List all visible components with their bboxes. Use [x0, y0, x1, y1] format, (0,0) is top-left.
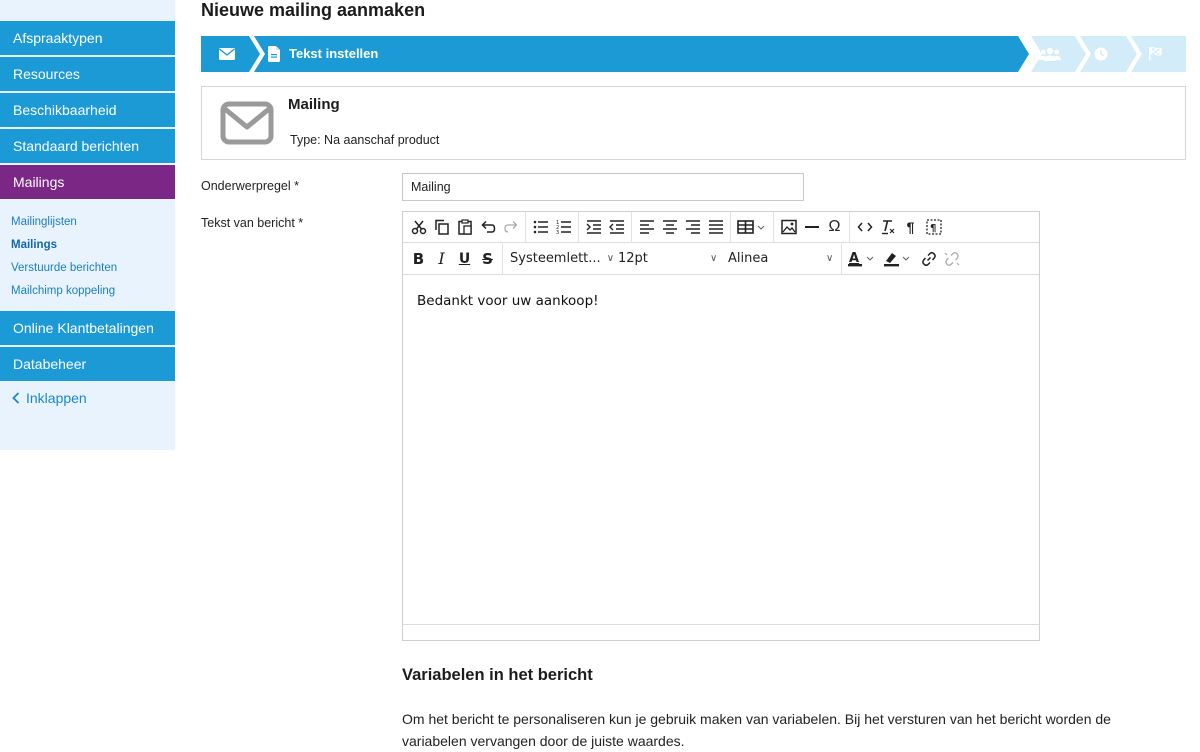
step-current-label: Tekst instellen [289, 46, 379, 61]
variables-heading: Variabelen in het bericht [402, 666, 593, 684]
toolbar-separator [631, 211, 632, 243]
chevron-down-icon: ∨ [710, 253, 718, 264]
page-title: Nieuwe mailing aanmaken [201, 0, 426, 20]
editor-content-area[interactable]: Bedankt voor uw aankoop! [403, 275, 1039, 624]
sidebar-top-spacer [0, 0, 175, 21]
chevron-left-icon [12, 392, 20, 404]
font-family-value: Systeemlett... [510, 251, 601, 266]
link-icon[interactable] [917, 247, 940, 271]
highlight-icon[interactable] [881, 247, 917, 271]
mailing-card: Mailing Type: Na aanschaf product [201, 86, 1186, 160]
envelope-outline-icon [220, 101, 274, 145]
image-icon[interactable] [777, 215, 800, 239]
sidebar-item-beschikbaarheid[interactable]: Beschikbaarheid [0, 93, 175, 127]
subject-input[interactable] [402, 173, 804, 201]
wizard-steps: Tekst instellen [201, 36, 1186, 72]
subject-label: Onderwerpregel * [201, 179, 299, 193]
subnav-item-verstuurde-berichten[interactable]: Verstuurde berichten [11, 257, 175, 280]
redo-icon[interactable] [499, 215, 522, 239]
align-center-icon[interactable] [658, 215, 681, 239]
align-right-icon[interactable] [681, 215, 704, 239]
document-icon [268, 46, 280, 62]
font-size-select[interactable]: 12pt ∨ [612, 247, 722, 271]
numbered-list-icon[interactable]: 123 [552, 215, 575, 239]
body-label: Tekst van bericht * [201, 216, 304, 230]
paragraph-icon[interactable]: ¶ [899, 215, 922, 239]
svg-text:A: A [849, 251, 859, 266]
toolbar-separator [502, 242, 503, 275]
rich-text-editor: 123 Ω ¶ ¶ B I U S Systeemlett... ∨ 12pt … [402, 211, 1040, 641]
strikethrough-icon[interactable]: S [476, 247, 499, 271]
editor-toolbar-row-2: B I U S Systeemlett... ∨ 12pt ∨ Alinea ∨… [403, 242, 1039, 275]
clear-format-icon[interactable] [876, 215, 899, 239]
editor-toolbar-row-1: 123 Ω ¶ ¶ [403, 211, 1039, 243]
cut-icon[interactable] [407, 215, 430, 239]
sidebar-item-resources[interactable]: Resources [0, 57, 175, 91]
chevron-down-icon: ∨ [826, 253, 834, 264]
sidebar-item-standaard-berichten[interactable]: Standaard berichten [0, 129, 175, 163]
bold-icon[interactable]: B [407, 247, 430, 271]
toolbar-separator [578, 211, 579, 243]
bullet-list-icon[interactable] [529, 215, 552, 239]
subnav-item-mailings[interactable]: Mailings [11, 234, 175, 257]
sidebar-item-mailings[interactable]: Mailings [0, 165, 175, 199]
block-format-value: Alinea [728, 251, 769, 266]
editor-statusbar [403, 624, 1039, 640]
indent-icon[interactable] [582, 215, 605, 239]
sidebar: Afspraaktypen Resources Beschikbaarheid … [0, 0, 175, 450]
envelope-icon[interactable] [219, 48, 235, 60]
copy-icon[interactable] [430, 215, 453, 239]
collapse-sidebar-button[interactable]: Inklappen [0, 390, 175, 406]
clock-icon[interactable] [1094, 47, 1108, 61]
subnav-item-mailinglijsten[interactable]: Mailinglijsten [11, 211, 175, 234]
toolbar-separator [525, 211, 526, 243]
variables-description: Om het bericht te personaliseren kun je … [402, 711, 1111, 749]
font-size-value: 12pt [618, 251, 648, 266]
source-code-icon[interactable] [853, 215, 876, 239]
sidebar-subnav: Mailinglijsten Mailings Verstuurde beric… [0, 201, 175, 311]
italic-icon[interactable]: I [430, 247, 453, 271]
sidebar-item-afspraaktypen[interactable]: Afspraaktypen [0, 21, 175, 55]
toolbar-separator [730, 211, 731, 243]
align-left-icon[interactable] [635, 215, 658, 239]
horizontal-rule-icon[interactable] [800, 215, 823, 239]
paste-icon[interactable] [453, 215, 476, 239]
sidebar-item-online-klantbetalingen[interactable]: Online Klantbetalingen [0, 311, 175, 345]
table-icon[interactable] [734, 215, 770, 239]
toolbar-separator [773, 211, 774, 243]
show-blocks-icon[interactable]: ¶ [922, 215, 945, 239]
text-color-icon[interactable]: A [845, 247, 881, 271]
align-justify-icon[interactable] [704, 215, 727, 239]
outdent-icon[interactable] [605, 215, 628, 239]
unlink-icon[interactable] [940, 247, 963, 271]
editor-content-paragraph[interactable]: Bedankt voor uw aankoop! [417, 293, 1025, 309]
toolbar-separator [849, 211, 850, 243]
flag-icon[interactable] [1148, 46, 1163, 61]
card-title: Mailing [288, 96, 340, 113]
users-icon[interactable] [1039, 47, 1061, 61]
toolbar-separator [841, 242, 842, 275]
svg-text:3: 3 [556, 230, 559, 235]
block-format-select[interactable]: Alinea ∨ [722, 247, 838, 271]
underline-icon[interactable]: U [453, 247, 476, 271]
sidebar-item-databeheer[interactable]: Databeheer [0, 347, 175, 381]
card-type-text: Type: Na aanschaf product [290, 133, 440, 147]
collapse-label: Inklappen [26, 390, 87, 406]
undo-icon[interactable] [476, 215, 499, 239]
subnav-item-mailchimp-koppeling[interactable]: Mailchimp koppeling [11, 280, 175, 303]
font-family-select[interactable]: Systeemlett... ∨ [506, 247, 614, 271]
special-char-icon[interactable]: Ω [823, 215, 846, 239]
svg-text:¶: ¶ [930, 223, 936, 234]
